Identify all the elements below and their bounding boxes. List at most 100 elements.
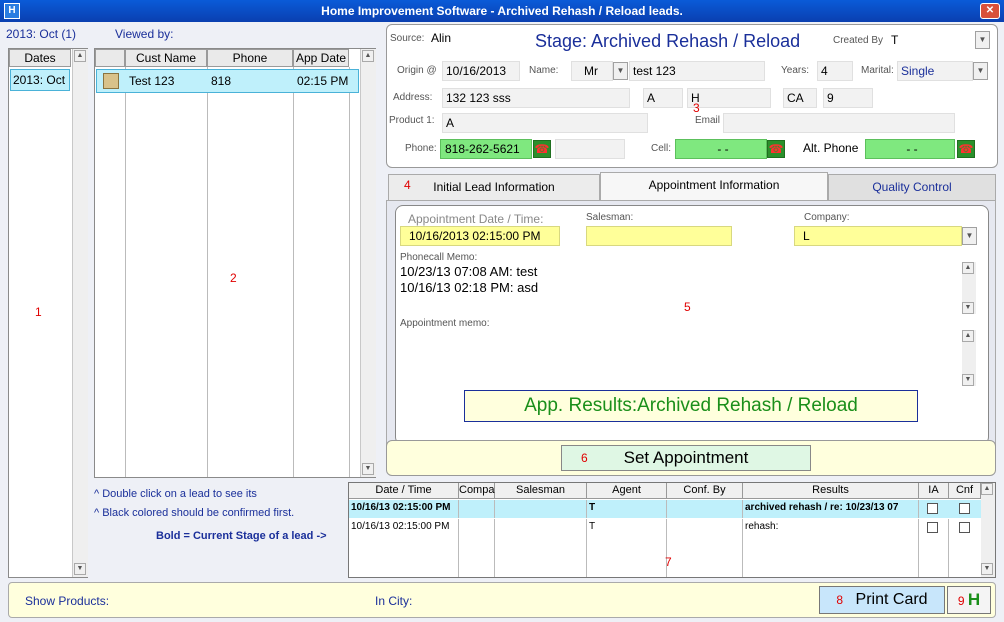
marker-8: 8	[836, 593, 844, 607]
app-date-header[interactable]: App Date	[293, 49, 349, 67]
memo-scrollbar[interactable]: ▲ ▼	[962, 262, 976, 314]
viewed-by-label: Viewed by:	[115, 27, 174, 41]
scroll-up-icon[interactable]: ▲	[962, 262, 974, 274]
marital-select[interactable]: Single	[897, 61, 973, 81]
set-appointment-button[interactable]: Set Appointment	[561, 445, 811, 471]
dates-column-header[interactable]: Dates	[9, 49, 71, 67]
col-divider	[293, 67, 294, 477]
scroll-down-icon[interactable]: ▼	[362, 463, 374, 475]
hint-double-click: ^ Double click on a lead to see its	[94, 488, 257, 500]
alt-phone-field[interactable]: - -	[865, 139, 955, 159]
history-cnf-header[interactable]: Cnf	[949, 483, 981, 499]
company-dropdown-icon[interactable]: ▼	[962, 227, 977, 245]
history-ia-header[interactable]: IA	[919, 483, 949, 499]
history-agent-cell: T	[587, 500, 667, 518]
history-date-cell: 10/16/13 02:15:00 PM	[349, 519, 459, 577]
state-field[interactable]: CA	[783, 88, 817, 108]
cnf-checkbox[interactable]	[959, 503, 970, 514]
marker-7: 7	[665, 555, 672, 569]
phone-call-icon[interactable]: ☎	[533, 140, 551, 158]
lead-name: Test 123	[129, 74, 175, 88]
ia-checkbox[interactable]	[927, 522, 938, 533]
history-results-cell: archived rehash / re: 10/23/13 07	[743, 500, 919, 518]
marker-4: 4	[404, 178, 411, 192]
history-results-header[interactable]: Results	[743, 483, 919, 499]
dates-panel: Dates 2013: Oct 1 ▲ ▼	[8, 48, 88, 578]
history-date-header[interactable]: Date / Time	[349, 483, 459, 499]
hint-black-colored: ^ Black colored should be confirmed firs…	[94, 507, 295, 519]
scroll-down-icon[interactable]: ▼	[962, 374, 974, 386]
scroll-up-icon[interactable]: ▲	[362, 50, 374, 62]
leads-scrollbar[interactable]: ▲ ▼	[360, 49, 376, 477]
history-salesman-cell	[495, 519, 587, 577]
scroll-up-icon[interactable]: ▲	[962, 330, 974, 342]
company-select[interactable]: L	[794, 226, 962, 246]
phone-ext-field[interactable]	[555, 139, 625, 159]
cnf-checkbox[interactable]	[959, 522, 970, 533]
stage-title: Stage: Archived Rehash / Reload	[535, 31, 801, 51]
history-scrollbar[interactable]: ▲ ▼	[981, 483, 995, 577]
print-card-label: Print Card	[855, 591, 928, 608]
alt-phone-call-icon[interactable]: ☎	[957, 140, 975, 158]
date-item[interactable]: 2013: Oct	[10, 69, 70, 91]
cell-field[interactable]: - -	[675, 139, 767, 159]
cell-call-icon[interactable]: ☎	[767, 140, 785, 158]
table-row[interactable]: 10/16/13 02:15:00 PM T archived rehash /…	[349, 500, 981, 518]
history-salesman-cell	[495, 500, 587, 518]
phone-field[interactable]: 818-262-5621	[440, 139, 532, 159]
col-divider	[125, 67, 126, 477]
footer-bar: Show Products: In City: 8 Print Card 9 H	[8, 582, 996, 618]
lead-info-panel: Source: Alin Stage: Archived Rehash / Re…	[386, 24, 998, 168]
scroll-down-icon[interactable]: ▼	[74, 563, 86, 575]
history-salesman-header[interactable]: Salesman	[495, 483, 587, 499]
title-dropdown-icon[interactable]: ▼	[613, 62, 628, 80]
tab-appointment-info[interactable]: Appointment Information	[600, 172, 828, 200]
scroll-up-icon[interactable]: ▲	[74, 50, 86, 62]
tab-initial-lead[interactable]: Initial Lead Information	[388, 174, 600, 200]
close-icon[interactable]: ✕	[980, 3, 1000, 19]
h-button[interactable]: 9 H	[947, 586, 991, 614]
show-products-label: Show Products:	[25, 594, 110, 608]
history-agent-header[interactable]: Agent	[587, 483, 667, 499]
product-field[interactable]: A	[442, 113, 648, 133]
zip-field[interactable]: 9	[823, 88, 873, 108]
created-by-value: T	[891, 33, 899, 47]
lead-row[interactable]: Test 123 818 02:15 PM	[96, 69, 359, 93]
dates-scrollbar[interactable]: ▲ ▼	[72, 49, 88, 577]
lead-app-date: 02:15 PM	[297, 74, 349, 88]
leads-icon-column	[95, 49, 125, 67]
phone-header[interactable]: Phone	[207, 49, 293, 67]
appointment-box: Appointment Date / Time: 10/16/2013 02:1…	[395, 205, 989, 445]
ia-checkbox[interactable]	[927, 503, 938, 514]
print-card-button[interactable]: 8 Print Card	[819, 586, 945, 614]
address2-field[interactable]: A	[643, 88, 683, 108]
salesman-field[interactable]	[586, 226, 732, 246]
origin-field[interactable]: 10/16/2013	[442, 61, 520, 81]
scroll-down-icon[interactable]: ▼	[981, 563, 993, 575]
email-field[interactable]	[723, 113, 955, 133]
appointment-tab-panel: Appointment Date / Time: 10/16/2013 02:1…	[386, 200, 996, 456]
appt-memo-scrollbar[interactable]: ▲ ▼	[962, 330, 976, 386]
marital-label: Marital:	[861, 65, 894, 76]
appt-date-field[interactable]: 10/16/2013 02:15:00 PM	[400, 226, 560, 246]
tab-quality-control[interactable]: Quality Control	[828, 174, 996, 200]
source-label: Source:	[390, 33, 425, 44]
history-confby-header[interactable]: Conf. By	[667, 483, 743, 499]
created-by-label: Created By	[833, 35, 884, 46]
title-select[interactable]: Mr	[571, 61, 613, 81]
scroll-up-icon[interactable]: ▲	[981, 483, 993, 495]
years-field[interactable]: 4	[817, 61, 853, 81]
marker-2: 2	[230, 271, 237, 285]
in-city-label: In City:	[375, 594, 413, 608]
created-by-dropdown-icon[interactable]: ▼	[975, 31, 990, 49]
marital-dropdown-icon[interactable]: ▼	[973, 62, 988, 80]
email-label: Email	[695, 115, 721, 126]
history-company-header[interactable]: Compa	[459, 483, 495, 499]
scroll-down-icon[interactable]: ▼	[962, 302, 974, 314]
window-title: Home Improvement Software - Archived Reh…	[321, 4, 683, 18]
cust-name-header[interactable]: Cust Name	[125, 49, 207, 67]
phonecall-memo-label: Phonecall Memo:	[400, 252, 478, 263]
name-field[interactable]: test 123	[629, 61, 765, 81]
address-field[interactable]: 132 123 sss	[442, 88, 630, 108]
leads-panel: Cust Name Phone App Date Test 123 818 02…	[94, 48, 376, 478]
